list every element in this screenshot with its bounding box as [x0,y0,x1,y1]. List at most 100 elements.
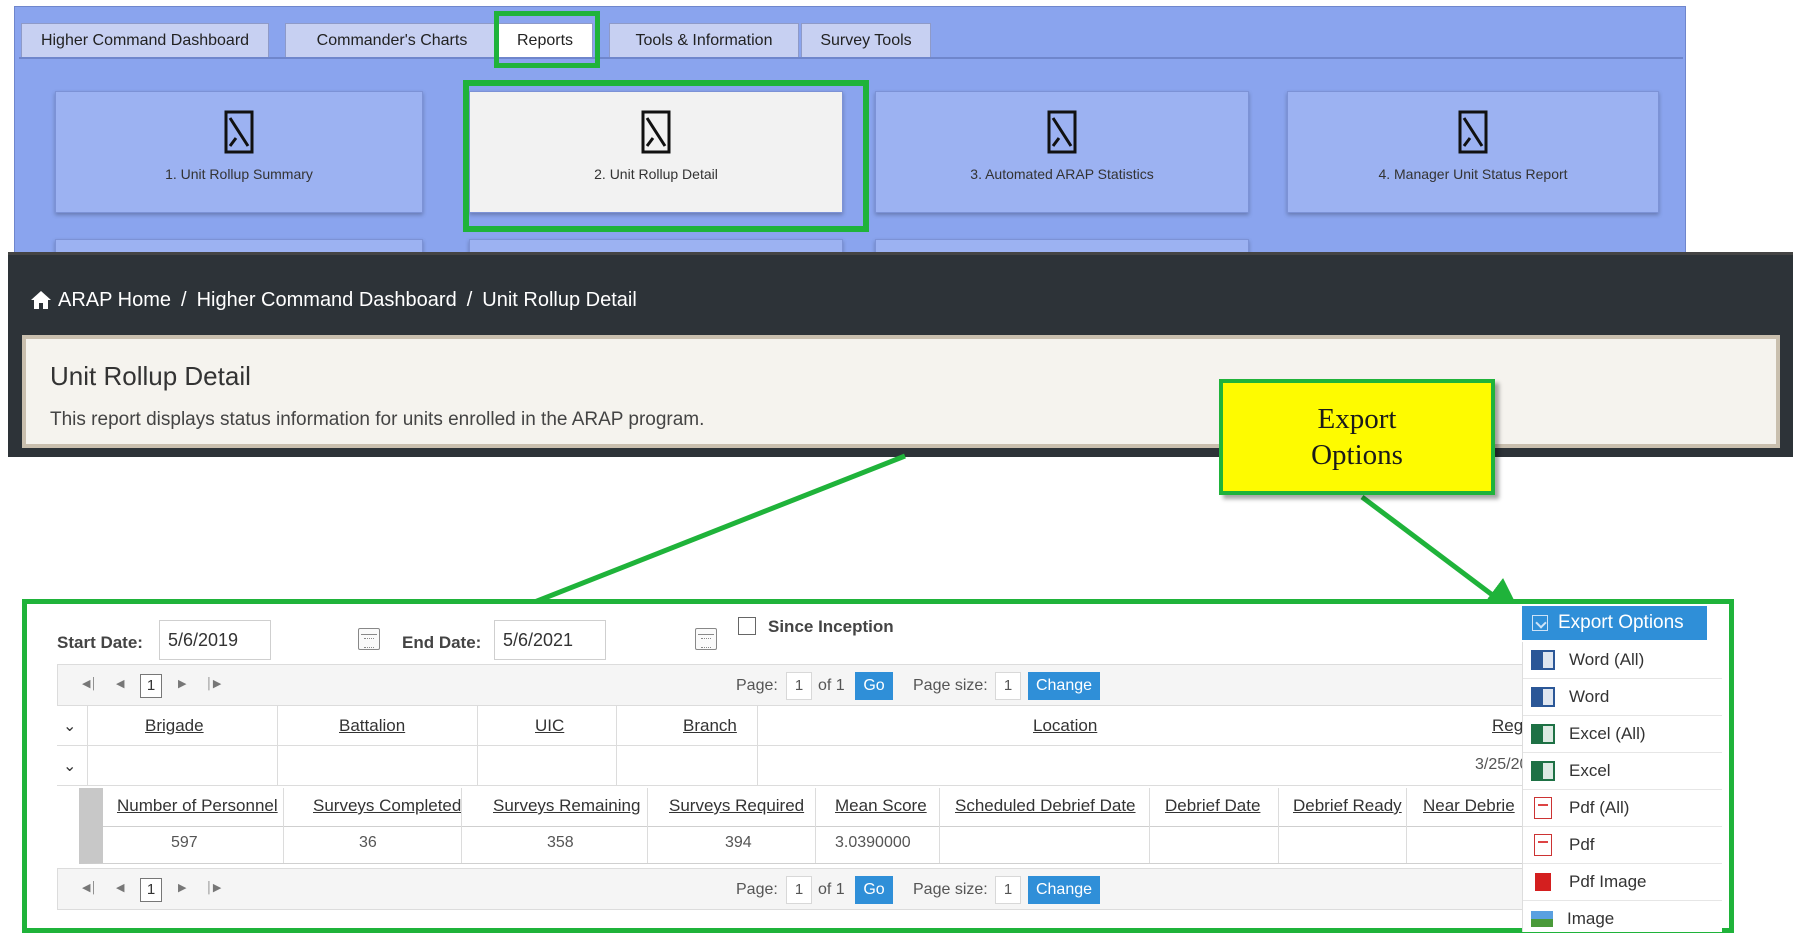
detail-header-debrief-date[interactable]: Debrief Date [1165,796,1260,816]
prev-page-icon[interactable]: ◀ [116,881,124,894]
tab-label: Survey Tools [820,31,912,49]
since-inception-checkbox[interactable] [738,617,756,635]
end-date-label: End Date: [402,633,482,652]
page-label: Page: [736,677,778,694]
page-of-label: of 1 [818,677,845,694]
table-row: ⌄ 3/25/2021 [57,746,1582,786]
column-divider [477,706,478,746]
detail-header-personnel[interactable]: Number of Personnel [117,796,278,816]
menu-item-word[interactable]: Word [1523,679,1722,716]
column-header-branch[interactable]: Branch [683,716,737,736]
column-header-battalion[interactable]: Battalion [339,716,405,736]
first-page-icon[interactable]: ◀│ [82,677,97,690]
column-divider [87,746,88,786]
menu-item-excel[interactable]: Excel [1523,753,1722,790]
tab-tools-information[interactable]: Tools & Information [609,23,799,57]
detail-header-debrief-ready[interactable]: Debrief Ready [1293,796,1402,816]
menu-item-label: Pdf Image [1569,872,1647,891]
column-divider [87,706,88,746]
change-button[interactable]: Change [1028,876,1100,904]
column-header-brigade[interactable]: Brigade [145,716,204,736]
page-number-button[interactable]: 1 [140,674,162,698]
column-divider [477,746,478,786]
column-divider [757,706,758,746]
column-divider [283,788,284,863]
detail-header-scheduled-debrief[interactable]: Scheduled Debrief Date [955,796,1136,816]
page-header-box: Unit Rollup Detail This report displays … [22,335,1780,448]
breadcrumb-higher-command[interactable]: Higher Command Dashboard [197,289,457,312]
page-size-label: Page size: [913,677,988,694]
table-header-row: ⌄ Brigade Battalion UIC Branch Location … [57,706,1582,746]
chevron-down-icon[interactable]: ⌄ [63,716,76,736]
go-button[interactable]: Go [855,672,893,700]
word-icon [1531,687,1555,707]
menu-item-excel-all[interactable]: Excel (All) [1523,716,1722,753]
tab-higher-command-dashboard[interactable]: Higher Command Dashboard [21,23,269,57]
column-header-uic[interactable]: UIC [535,716,564,736]
detail-subtable: Number of Personnel Surveys Completed Su… [79,788,1582,864]
menu-item-pdf-all[interactable]: Pdf (All) [1523,790,1722,827]
pager-top: ◀│ ◀ 1 ▶ │▶ Page: 1 of 1 Go Page size: 1… [57,664,1582,706]
column-divider [461,788,462,863]
page-banner: ARAP Home / Higher Command Dashboard / U… [8,252,1793,457]
subtable-header-rule [103,826,1582,827]
breadcrumb-home[interactable]: ARAP Home [58,289,171,312]
menu-item-pdf[interactable]: Pdf [1523,827,1722,864]
report-tile-manager-unit-status[interactable]: 4. Manager Unit Status Report [1287,91,1659,213]
next-page-icon[interactable]: ▶ [178,677,186,690]
menu-item-pdf-image[interactable]: Pdf Image [1523,864,1722,901]
reports-tab-highlight [494,11,600,68]
menu-item-word-all[interactable]: Word (All) [1523,642,1722,679]
first-page-icon[interactable]: ◀│ [82,881,97,894]
column-divider [757,746,758,786]
last-page-icon[interactable]: │▶ [206,881,221,894]
menu-item-label: Word (All) [1569,650,1645,669]
tile-label: 3. Automated ARAP Statistics [970,166,1154,182]
report-viewer: Start Date: 5/6/2019 End Date: 5/6/2021 … [22,599,1734,933]
tab-commanders-charts[interactable]: Commander's Charts [285,23,499,57]
menu-item-label: Excel [1569,761,1611,780]
tab-label: Higher Command Dashboard [40,31,250,49]
page-number-button[interactable]: 1 [140,878,162,902]
breadcrumb-separator: / [181,288,187,311]
detail-header-near-debrief[interactable]: Near Debrie [1423,796,1515,816]
menu-item-image[interactable]: Image [1523,901,1722,932]
page-size-input[interactable]: 1 [995,672,1021,700]
pdf-icon [1534,834,1552,856]
personnel-value: 597 [171,834,198,851]
last-page-icon[interactable]: │▶ [206,677,221,690]
chevron-down-icon[interactable]: ⌄ [63,756,76,776]
menu-item-label: Excel (All) [1569,724,1646,743]
menu-item-label: Pdf [1569,835,1595,854]
menu-item-label: Image [1567,909,1615,928]
detail-header-surveys-completed[interactable]: Surveys Completed [313,796,461,816]
page-size-input[interactable]: 1 [995,876,1021,904]
detail-header-surveys-required[interactable]: Surveys Required [669,796,804,816]
export-options-label: Export Options [1558,612,1684,633]
report-tile-automated-arap-statistics[interactable]: 3. Automated ARAP Statistics [875,91,1249,213]
start-date-input[interactable]: 5/6/2019 [159,620,271,660]
page-input[interactable]: 1 [786,876,812,904]
page-input[interactable]: 1 [786,672,812,700]
tab-label: Commander's Charts [316,31,468,49]
go-button[interactable]: Go [855,876,893,904]
calendar-icon[interactable] [358,628,380,650]
image-icon [1531,911,1553,927]
change-button[interactable]: Change [1028,672,1100,700]
detail-header-mean-score[interactable]: Mean Score [835,796,927,816]
calendar-icon[interactable] [695,628,717,650]
column-divider [815,788,816,863]
column-divider [616,746,617,786]
report-tile-unit-rollup-summary[interactable]: 1. Unit Rollup Summary [55,91,423,213]
detail-header-surveys-remaining[interactable]: Surveys Remaining [493,796,640,816]
column-divider [939,788,940,863]
export-options-button[interactable]: Export Options [1522,606,1707,640]
column-header-location[interactable]: Location [1033,716,1097,736]
page-size-label: Page size: [913,881,988,898]
next-page-icon[interactable]: ▶ [178,881,186,894]
column-divider [277,706,278,746]
tab-survey-tools[interactable]: Survey Tools [801,23,931,57]
column-divider [1149,788,1150,863]
prev-page-icon[interactable]: ◀ [116,677,124,690]
end-date-input[interactable]: 5/6/2021 [494,620,606,660]
